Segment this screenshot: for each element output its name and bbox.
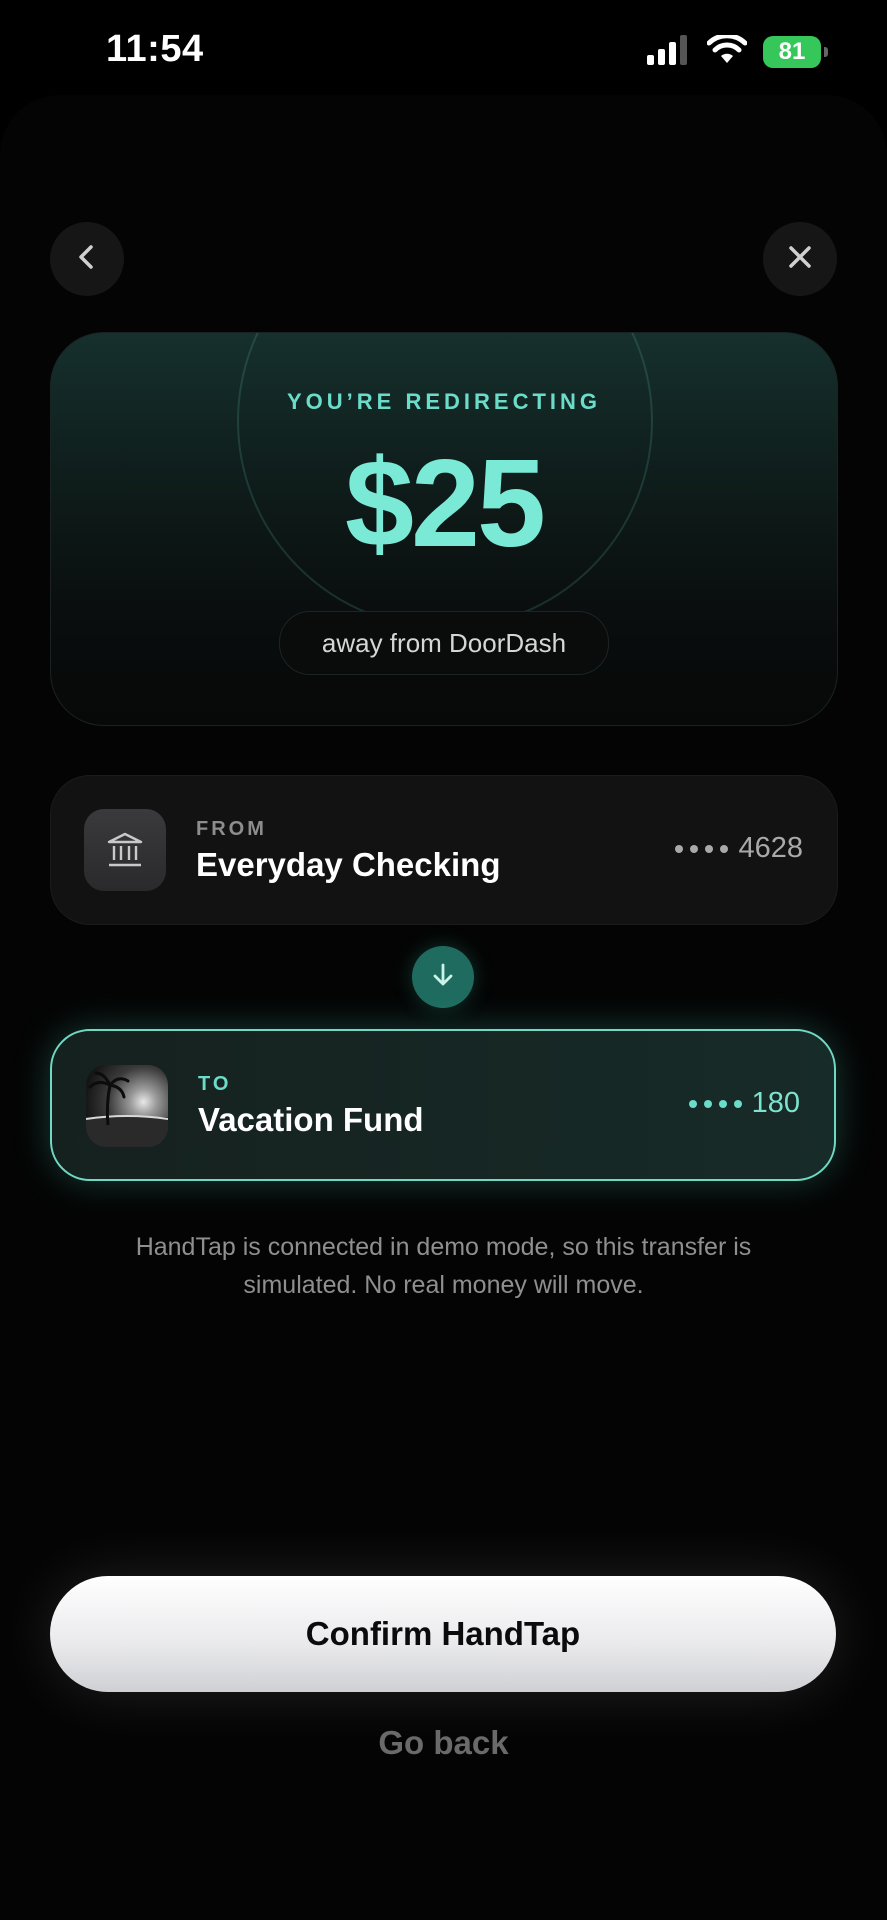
beach-photo (86, 1065, 168, 1147)
to-account-name: Vacation Fund (198, 1101, 424, 1138)
from-account-card[interactable]: FROM Everyday Checking 4628 (50, 775, 838, 925)
back-button[interactable] (50, 222, 124, 296)
bank-icon (84, 809, 166, 891)
from-account-number: 4628 (675, 832, 803, 865)
confirm-button-label: Confirm HandTap (305, 1615, 581, 1652)
chevron-left-icon (73, 243, 101, 276)
battery-level: 81 (778, 38, 806, 65)
status-time: 11:54 (106, 28, 204, 70)
close-icon (786, 243, 814, 276)
merchant-pill: away from DoorDash (279, 611, 609, 675)
cellular-signal-icon (647, 34, 691, 70)
to-last-digits: 180 (751, 1087, 800, 1119)
battery-indicator: 81 (763, 36, 828, 68)
wifi-icon (706, 32, 748, 70)
arrow-down-icon (430, 962, 456, 993)
close-button[interactable] (763, 222, 837, 296)
from-label: FROM (196, 818, 267, 840)
demo-mode-note: HandTap is connected in demo mode, so th… (135, 1233, 752, 1299)
from-account-name: Everyday Checking (196, 846, 501, 883)
merchant-pill-text: away from DoorDash (321, 627, 567, 658)
masked-dots (688, 1099, 742, 1108)
redirect-amount: $25 (345, 435, 546, 573)
to-account-number: 180 (688, 1087, 800, 1120)
redirect-summary-card: YOU’RE REDIRECTING $25 away from DoorDas… (50, 332, 838, 726)
go-back-link[interactable]: Go back (0, 1724, 887, 1762)
transfer-direction (412, 946, 474, 1008)
masked-dots (675, 844, 729, 853)
from-last-digits: 4628 (738, 832, 803, 864)
to-account-card[interactable]: TO Vacation Fund 180 (50, 1029, 836, 1181)
to-label: TO (198, 1073, 232, 1095)
confirm-handtap-button[interactable]: Confirm HandTap (50, 1576, 836, 1692)
status-icons: 81 (647, 32, 828, 70)
redirect-label: YOU’RE REDIRECTING (286, 389, 602, 414)
